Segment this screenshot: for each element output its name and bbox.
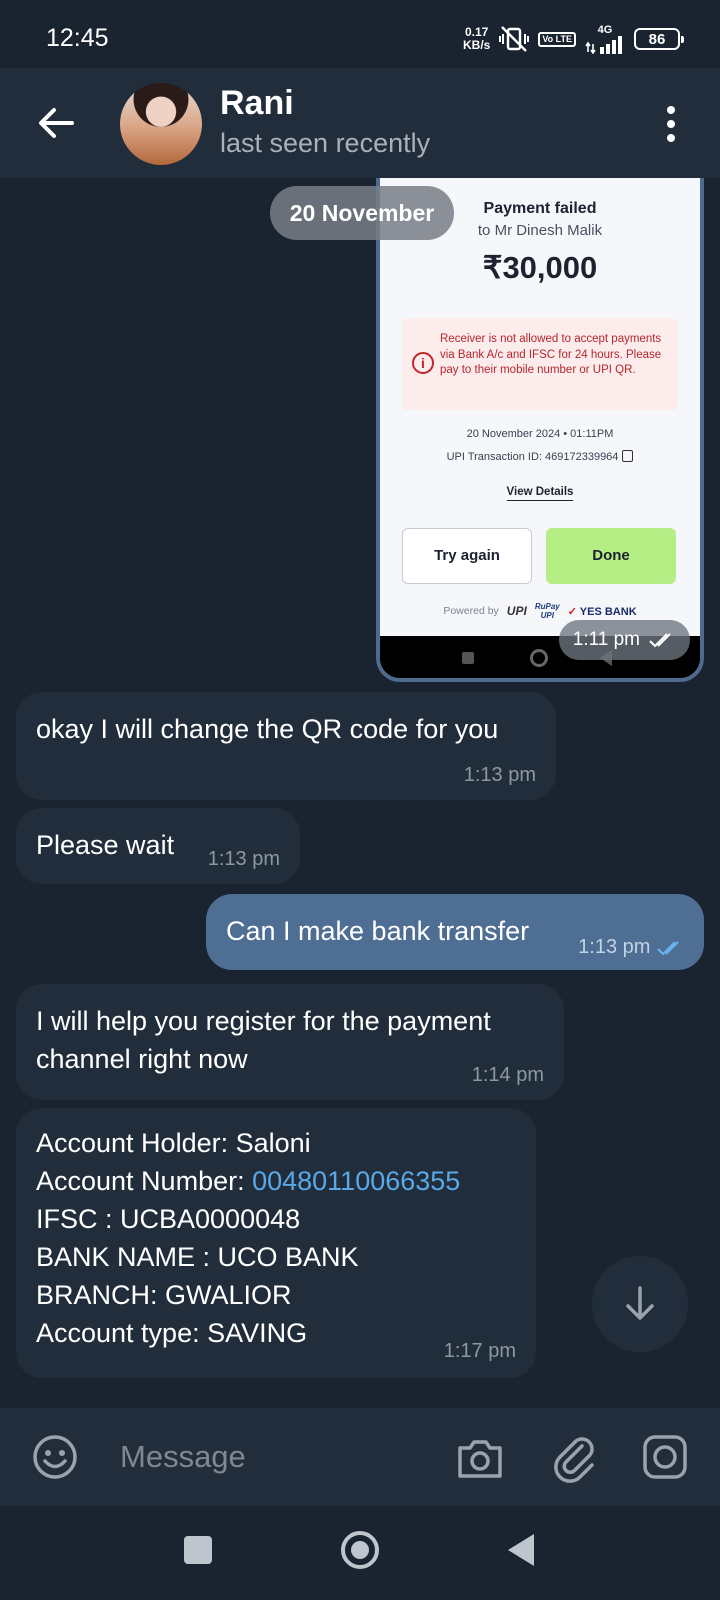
- double-check-icon: [649, 633, 671, 648]
- back-icon[interactable]: [508, 1534, 534, 1566]
- net-speed: 0.17 KB/s: [462, 25, 491, 52]
- payment-txn-id: UPI Transaction ID: 469172339964: [380, 450, 700, 463]
- alert-text: Receiver is not allowed to accept paymen…: [440, 333, 662, 376]
- signal-icon: 4G: [585, 24, 625, 54]
- recents-icon[interactable]: [184, 1536, 212, 1564]
- message-incoming[interactable]: Please wait 1:13 pm: [16, 808, 300, 884]
- battery-icon: 86: [634, 28, 684, 50]
- message-incoming[interactable]: okay I will change the QR code for you 1…: [16, 692, 556, 800]
- attach-icon[interactable]: [552, 1430, 598, 1484]
- scroll-down-button[interactable]: [592, 1256, 688, 1352]
- done-button: Done: [546, 528, 676, 584]
- message-incoming[interactable]: Account Holder: Saloni Account Number: 0…: [16, 1108, 536, 1378]
- message-text: Account Holder: Saloni Account Number: 0…: [36, 1128, 461, 1348]
- chat-area[interactable]: Payment failed to Mr Dinesh Malik ₹30,00…: [0, 178, 720, 1408]
- camera-icon[interactable]: [456, 1434, 504, 1480]
- image-timestamp: 1:11 pm: [558, 620, 690, 660]
- message-text: I will help you register for the payment…: [36, 1006, 491, 1074]
- sticker-icon[interactable]: [642, 1434, 688, 1480]
- home-icon[interactable]: [341, 1531, 379, 1569]
- emoji-icon[interactable]: [32, 1434, 78, 1480]
- double-check-icon: [657, 941, 679, 956]
- payment-screenshot: Payment failed to Mr Dinesh Malik ₹30,00…: [380, 178, 700, 636]
- message-time: 1:13 pm: [578, 936, 688, 959]
- system-nav-bar: [0, 1506, 720, 1600]
- scroll-down-icon: [626, 1286, 654, 1320]
- payment-alert: i Receiver is not allowed to accept paym…: [402, 318, 678, 410]
- contact-name[interactable]: Rani: [220, 84, 294, 123]
- status-time: 12:45: [46, 24, 109, 52]
- powered-by: Powered by UPI RuPay UPI ✓ YES BANK: [443, 602, 637, 620]
- message-text: okay I will change the QR code for you: [36, 714, 499, 744]
- yes-bank-logo: ✓ YES BANK: [567, 605, 637, 618]
- chat-header: Rani last seen recently: [0, 68, 720, 178]
- upi-logo: UPI: [506, 604, 527, 618]
- contact-status: last seen recently: [220, 128, 431, 158]
- message-time: 1:13 pm: [207, 848, 280, 870]
- more-vert-icon[interactable]: [656, 104, 686, 144]
- back-arrow-icon[interactable]: [34, 101, 78, 145]
- message-time: 1:14 pm: [471, 1064, 544, 1086]
- message-input[interactable]: [120, 1432, 420, 1482]
- volte-icon: Vo LTE: [538, 31, 576, 47]
- payment-amount: ₹30,000: [482, 250, 598, 285]
- image-message[interactable]: Payment failed to Mr Dinesh Malik ₹30,00…: [376, 178, 704, 682]
- message-time: 1:17 pm: [443, 1340, 516, 1362]
- vibrate-off-icon: [499, 26, 530, 52]
- message-input-bar: [0, 1408, 720, 1506]
- message-incoming[interactable]: I will help you register for the payment…: [16, 984, 564, 1100]
- rupay-logo: RuPay UPI: [534, 602, 560, 620]
- status-bar: 12:45 0.17 KB/s Vo LTE 4G 86: [0, 0, 720, 68]
- view-details-link: View Details: [380, 486, 700, 501]
- payment-date: 20 November 2024 • 01:11PM: [466, 428, 614, 440]
- message-text: Please wait: [36, 830, 175, 860]
- message-time: 1:13 pm: [463, 764, 536, 786]
- account-number-link[interactable]: 00480110066355: [252, 1166, 460, 1196]
- date-chip: 20 November: [270, 186, 454, 240]
- status-icons: 0.17 KB/s Vo LTE 4G 86: [462, 24, 684, 54]
- avatar[interactable]: [120, 83, 202, 165]
- copy-icon: [622, 450, 634, 462]
- message-outgoing[interactable]: Can I make bank transfer 1:13 pm: [206, 894, 704, 970]
- try-again-button: Try again: [402, 528, 532, 584]
- message-text: Can I make bank transfer: [226, 916, 530, 946]
- info-icon: i: [412, 352, 434, 374]
